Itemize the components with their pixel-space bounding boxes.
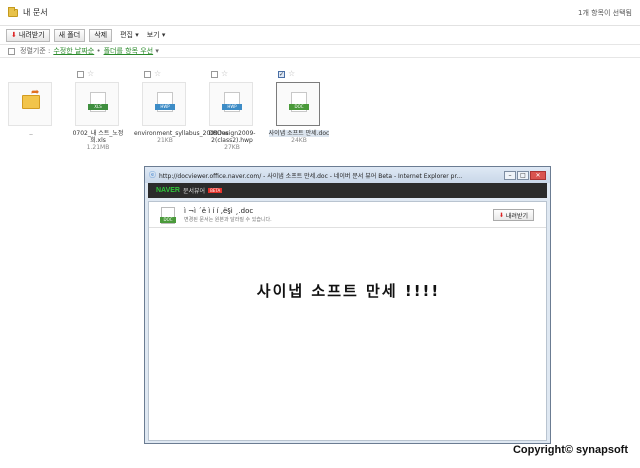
viewer-download-label: 내려받기 bbox=[505, 212, 528, 220]
sort-bar: 정렬기준 : 수정한 날짜순 • 폴더를 항목 우선 ▾ bbox=[0, 44, 640, 58]
download-arrow-icon: ⬇ bbox=[498, 211, 504, 219]
download-arrow-icon: ⬇ bbox=[11, 31, 17, 39]
star-icon[interactable]: ☆ bbox=[154, 70, 161, 78]
file-name: 사이냅 소프트 만세.doc 24KB bbox=[268, 130, 330, 144]
file-checkbox[interactable] bbox=[211, 70, 218, 78]
star-icon[interactable]: ☆ bbox=[288, 70, 295, 78]
file-type-tag: DOC bbox=[289, 104, 309, 110]
download-button-label: 내려받기 bbox=[18, 31, 45, 39]
file-type-tag: XLS bbox=[88, 104, 108, 110]
edit-menu-label: 편집 bbox=[120, 31, 133, 39]
maximize-button[interactable]: □ bbox=[517, 170, 529, 180]
file-thumbnail[interactable]: HWP bbox=[142, 82, 186, 126]
sort-by-date-link[interactable]: 수정한 날짜순 bbox=[53, 46, 94, 56]
file-name: environment_syllabus_2009.hw 21KB bbox=[134, 130, 229, 144]
file-checkbox[interactable] bbox=[144, 70, 151, 78]
window-title-bar[interactable]: ⓔ http://docviewer.office.naver.com/ - 사… bbox=[145, 167, 550, 183]
sort-prefix: 정렬기준 : bbox=[20, 47, 51, 55]
window-title: http://docviewer.office.naver.com/ - 사이냅… bbox=[159, 172, 463, 180]
file-thumbnail[interactable]: HWP bbox=[209, 82, 253, 126]
file-name: 0702_내 스트_노정희.xls 1.21MB bbox=[72, 130, 124, 151]
file-thumbnail[interactable]: XLS bbox=[75, 82, 119, 126]
view-menu[interactable]: 보기 ▾ bbox=[147, 30, 166, 40]
file-name: .. bbox=[29, 130, 33, 137]
minimize-button[interactable]: – bbox=[504, 170, 516, 180]
naver-logo[interactable]: NAVER bbox=[156, 187, 180, 194]
file-size: 1.21MB bbox=[86, 144, 110, 151]
file-type-tag: HWP bbox=[155, 104, 175, 110]
download-button[interactable]: ⬇ 내려받기 bbox=[6, 28, 50, 42]
star-icon[interactable]: ☆ bbox=[221, 70, 228, 78]
viewer-download-button[interactable]: ⬇ 내려받기 bbox=[492, 209, 534, 221]
beta-badge: BETA bbox=[208, 188, 223, 193]
ie-icon: ⓔ bbox=[149, 171, 156, 179]
file-thumbnail[interactable]: DOC bbox=[276, 82, 320, 126]
caret-down-icon: ▾ bbox=[159, 31, 166, 39]
sort-separator: • bbox=[94, 47, 101, 55]
edit-menu[interactable]: 편집 ▾ bbox=[120, 30, 139, 40]
folder-first-link[interactable]: 폴더를 항목 우선 bbox=[104, 46, 154, 56]
doc-viewer-window[interactable]: ⓔ http://docviewer.office.naver.com/ - 사… bbox=[144, 166, 551, 444]
file-size: 21KB bbox=[157, 137, 173, 144]
delete-button-label: 삭제 bbox=[94, 31, 108, 39]
file-type-tag: HWP bbox=[222, 104, 242, 110]
select-all-checkbox[interactable] bbox=[8, 47, 15, 55]
caret-down-icon: ▾ bbox=[153, 47, 159, 55]
new-folder-button[interactable]: 새 폴더 bbox=[53, 28, 86, 42]
copyright-text: Copyright© synapsoft bbox=[512, 444, 628, 456]
naver-header: NAVER 문서뷰어 BETA bbox=[148, 183, 547, 198]
file-checkbox-checked[interactable]: ✓ bbox=[278, 70, 285, 78]
toolbar: ⬇ 내려받기 새 폴더 삭제 편집 ▾ 보기 ▾ bbox=[0, 26, 640, 44]
doc-header: DOC ì ¬ì ´ë ì í í ,ë§ì ¸.doc 변경된 문서는 원본과… bbox=[149, 202, 546, 228]
delete-button[interactable]: 삭제 bbox=[89, 28, 113, 42]
file-name: DBDesign2009-2(class2).hwp 27KB bbox=[208, 130, 256, 151]
doc-name: ì ¬ì ´ë ì í í ,ë§ì ¸.doc bbox=[184, 207, 254, 215]
page-title: 내 문서 bbox=[23, 8, 48, 17]
top-bar: 내 문서 1개 항목이 선택됨 bbox=[0, 0, 640, 26]
doc-note: 변경된 문서는 원본과 달라질 수 있습니다. bbox=[184, 217, 272, 223]
file-checkbox[interactable] bbox=[77, 70, 84, 78]
viewer-body: DOC ì ¬ì ´ë ì í í ,ë§ì ¸.doc 변경된 문서는 원본과… bbox=[148, 201, 547, 441]
star-icon[interactable]: ☆ bbox=[87, 70, 94, 78]
doc-content: 사이냅 소프트 만세 !!!! bbox=[256, 282, 441, 300]
file-thumbnail[interactable]: ➦ bbox=[8, 82, 52, 126]
up-arrow-icon: ➦ bbox=[31, 87, 40, 98]
view-menu-label: 보기 bbox=[146, 31, 160, 39]
new-folder-button-label: 새 폴더 bbox=[58, 31, 81, 39]
file-size: 27KB bbox=[224, 144, 240, 151]
viewer-brand-sub: 문서뷰어 bbox=[182, 188, 206, 195]
file-size: 24KB bbox=[291, 137, 307, 144]
folder-icon bbox=[8, 6, 18, 17]
file-type-tag: DOC bbox=[160, 217, 176, 223]
caret-down-icon: ▾ bbox=[132, 31, 139, 39]
close-button[interactable]: ✕ bbox=[530, 170, 546, 180]
selection-status: 1개 항목이 선택됨 bbox=[578, 8, 632, 17]
